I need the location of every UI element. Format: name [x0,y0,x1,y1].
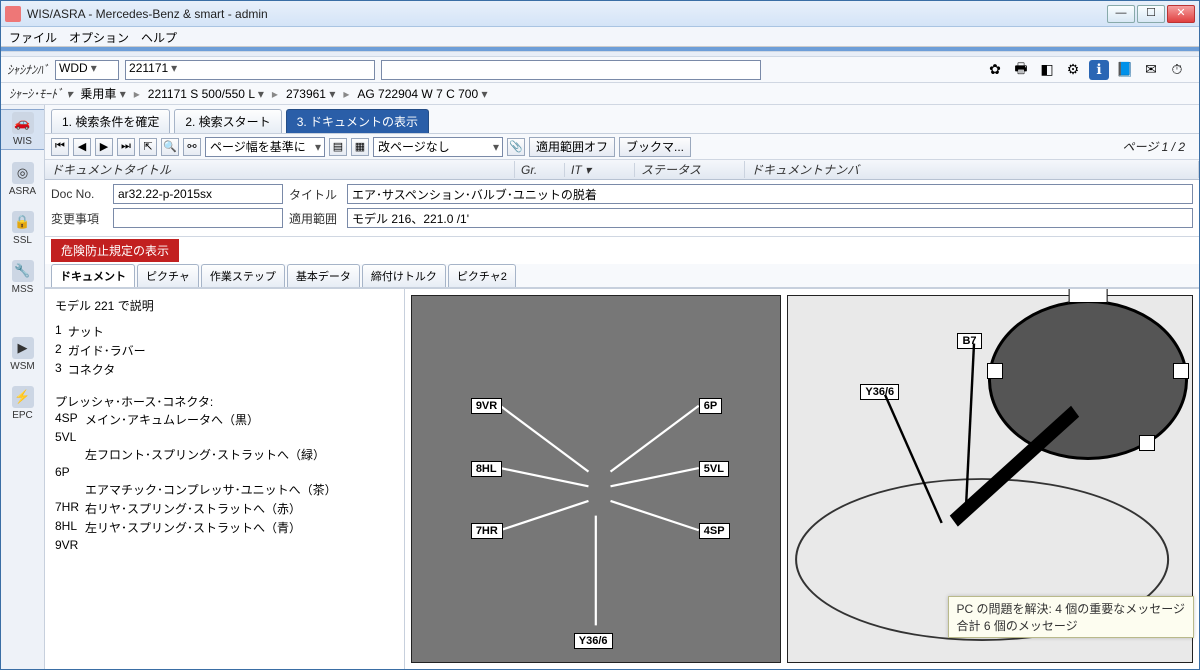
sidebar-item-asra-icon: ◎ [12,162,34,184]
change-label: 変更事項 [51,210,107,227]
history-icon[interactable]: ⏱ [1167,60,1187,80]
mail-icon[interactable]: ✉ [1141,60,1161,80]
status-line2: 合計 6 個のメッセージ [957,617,1185,634]
window-minimize-button[interactable]: — [1107,5,1135,23]
doctitle-label: タイトル [289,186,341,203]
diagram-left: 9VR 8HL 7HR 6P 5VL 4SP Y36/6 [411,295,781,663]
eraser-icon[interactable]: ◧ [1037,60,1057,80]
sidebar-item-asra[interactable]: ◎ ASRA [1,160,44,199]
scope-label: 適用範囲 [289,210,341,227]
help-book-icon[interactable]: 📘 [1115,60,1135,80]
sidebar-item-asra-label: ASRA [9,186,36,197]
col-title[interactable]: ドキュメントタイトル [45,161,515,178]
safety-notice-button[interactable]: 危険防止規定の表示 [51,239,179,262]
nav-prev-icon[interactable]: ◀ [73,138,91,156]
chassis-prefix-select[interactable]: WDD [55,60,119,80]
section-heading: プレッシャ･ホース･コネクタ: [55,393,394,410]
doc-tab-picture2[interactable]: ピクチャ2 [448,264,516,287]
doc-tab-picture[interactable]: ピクチャ [137,264,199,287]
sidebar-item-wsm-label: WSM [10,361,34,372]
settings-icon[interactable]: ⚙ [1063,60,1083,80]
sidebar-item-wsm[interactable]: ▶ WSM [1,335,44,374]
sidebar-item-ssl[interactable]: 🔒 SSL [1,209,44,248]
sidebar-item-mss-label: MSS [12,284,34,295]
col-status[interactable]: ステータス [635,161,745,178]
info-icon[interactable]: ℹ [1089,60,1109,80]
sidebar-item-wsm-icon: ▶ [12,337,34,359]
doc-tab-torque[interactable]: 締付けトルク [362,264,446,287]
status-line1: PC の問題を解決: 4 個の重要なメッセージ [957,600,1185,617]
page-indicator: ページ 1 / 2 [1123,138,1193,155]
vehicle-type-crumb[interactable]: 乗用車 [80,85,125,102]
scope-field[interactable] [347,208,1193,228]
step-tab-3[interactable]: 3. ドキュメントの表示 [286,109,429,133]
column-header: ドキュメントタイトル Gr. IT ▾ ステータス ドキュメントナンバ [45,160,1199,180]
status-toast[interactable]: PC の問題を解決: 4 個の重要なメッセージ 合計 6 個のメッセージ [948,596,1194,638]
sidebar: 🚗 WIS ◎ ASRA 🔒 SSL 🔧 MSS ▶ WSM ⚡ EPC [1,105,45,669]
chassis-number-select[interactable]: 221171 [125,60,375,80]
zoom-icon[interactable]: 🔍 [161,138,179,156]
callout-4sp: 4SP [699,523,730,539]
attachment-icon[interactable]: 📎 [507,138,525,156]
sidebar-item-ssl-label: SSL [13,235,32,246]
text-heading: モデル 221 で説明 [55,297,394,314]
transmission-crumb[interactable]: AG 722904 W 7 C 700 [357,87,487,101]
nav-last-icon[interactable]: ⏭ [117,138,135,156]
doc-tab-basicdata[interactable]: 基本データ [287,264,360,287]
change-field[interactable] [113,208,283,228]
callout-9vr: 9VR [471,398,502,414]
window-close-button[interactable]: ✕ [1167,5,1195,23]
callout-y36/6: Y36/6 [574,633,613,649]
link-icon[interactable]: ⚯ [183,138,201,156]
page-break-select[interactable]: 改ページなし [373,137,503,157]
sidebar-item-wis-icon: 🚗 [12,112,34,134]
delete-icon[interactable]: ✿ [985,60,1005,80]
chassis-mode-label[interactable]: ｼｬｰｼ･ﾓｰﾄﾞ [9,85,72,102]
sidebar-item-epc[interactable]: ⚡ EPC [1,384,44,423]
tree-icon[interactable]: ⇱ [139,138,157,156]
sidebar-item-wis-label: WIS [13,136,32,147]
callout-5vl: 5VL [699,461,729,477]
sidebar-item-mss[interactable]: 🔧 MSS [1,258,44,297]
bookmark-button[interactable]: ブックマ... [619,137,691,157]
window-title: WIS/ASRA - Mercedes-Benz & smart - admin [27,7,268,21]
col-docno[interactable]: ドキュメントナンバ [745,161,1199,178]
doc-tab-worksteps[interactable]: 作業ステップ [201,264,285,287]
callout-8hl: 8HL [471,461,502,477]
window-maximize-button[interactable]: ☐ [1137,5,1165,23]
col-gr[interactable]: Gr. [515,163,565,177]
app-icon [5,6,21,22]
step-tab-2[interactable]: 2. 検索スタート [174,109,281,133]
nav-next-icon[interactable]: ▶ [95,138,113,156]
layout2-icon[interactable]: ▦ [351,138,369,156]
menu-option[interactable]: オプション [69,29,129,44]
layout1-icon[interactable]: ▤ [329,138,347,156]
col-it[interactable]: IT ▾ [565,163,635,177]
callout-6p: 6P [699,398,722,414]
scope-off-button[interactable]: 適用範囲オフ [529,137,615,157]
docno-label: Doc No. [51,187,107,201]
model-crumb[interactable]: 221171 S 500/550 L [148,87,264,101]
sidebar-item-mss-icon: 🔧 [12,260,34,282]
sidebar-item-epc-label: EPC [12,410,33,421]
nav-first-icon[interactable]: ⏮ [51,138,69,156]
docno-field[interactable] [113,184,283,204]
print-icon[interactable]: 🖶 [1011,60,1031,80]
doc-tab-document[interactable]: ドキュメント [51,264,135,287]
menu-file[interactable]: ファイル [9,29,57,44]
callout-7hr: 7HR [471,523,503,539]
sidebar-item-ssl-icon: 🔒 [12,211,34,233]
sidebar-item-wis[interactable]: 🚗 WIS [1,109,44,150]
step-tab-1[interactable]: 1. 検索条件を確定 [51,109,170,133]
zoom-mode-select[interactable]: ページ幅を基準に [205,137,325,157]
sidebar-item-epc-icon: ⚡ [12,386,34,408]
menu-help[interactable]: ヘルプ [141,29,177,44]
text-pane: モデル 221 で説明 1ナット 2ガイド･ラバー 3コネクタ プレッシャ･ホー… [45,289,405,669]
chassis-label: ｼｬｼﾅﾝﾊﾞ [7,61,49,78]
engine-crumb[interactable]: 273961 [286,87,335,101]
search-input[interactable] [381,60,761,80]
doctitle-field[interactable] [347,184,1193,204]
